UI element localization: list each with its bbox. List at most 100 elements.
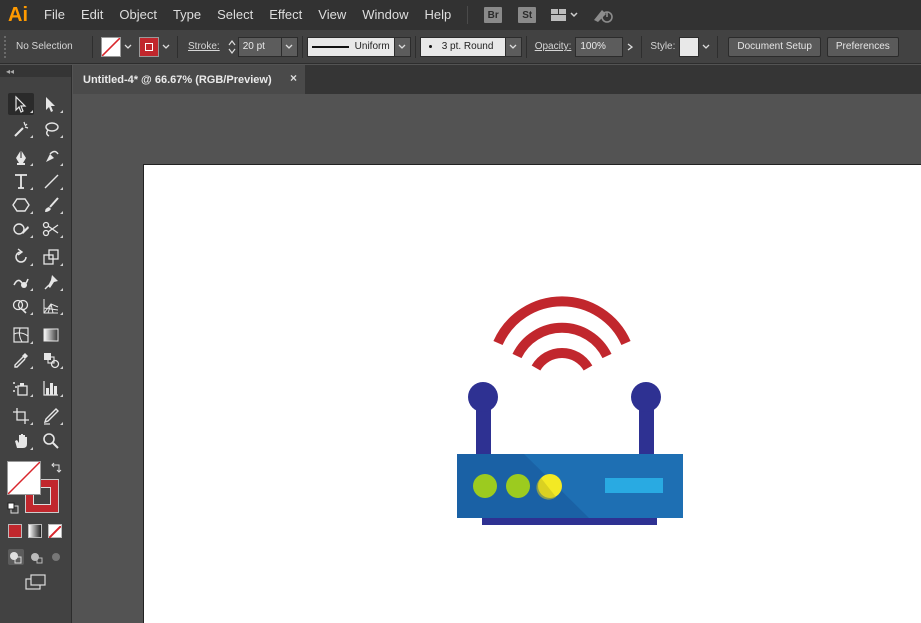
menu-view[interactable]: View xyxy=(310,0,354,30)
selection-tool-icon[interactable] xyxy=(8,93,34,115)
profile-dropdown-icon[interactable] xyxy=(394,36,411,57)
gradient-mode-button[interactable] xyxy=(28,524,42,538)
column-graph-tool-icon[interactable] xyxy=(38,377,64,399)
brush-dot-icon xyxy=(428,45,432,48)
style-label: Style: xyxy=(650,41,676,52)
menu-help[interactable]: Help xyxy=(416,0,459,30)
rotate-tool-icon[interactable] xyxy=(8,246,34,268)
divider xyxy=(177,35,178,58)
document-tab-bar: Untitled-4* @ 66.67% (RGB/Preview) × xyxy=(73,65,921,94)
hand-tool-icon[interactable] xyxy=(8,430,34,452)
draw-normal-icon[interactable] xyxy=(8,549,24,565)
antenna-right-tip xyxy=(631,382,661,412)
opacity-arrow-icon[interactable] xyxy=(623,37,637,57)
menu-effect[interactable]: Effect xyxy=(261,0,310,30)
style-swatch[interactable] xyxy=(679,36,700,57)
opacity-field[interactable]: 100% xyxy=(575,36,624,57)
screen-mode-icon[interactable] xyxy=(24,573,48,591)
zoom-tool-icon[interactable] xyxy=(38,430,64,452)
brush-definition[interactable]: 3 pt. Round xyxy=(419,36,506,57)
toolbar-collapse-icon[interactable]: ◂◂ xyxy=(0,65,71,77)
profile-label: Uniform xyxy=(354,41,390,52)
document-tab[interactable]: Untitled-4* @ 66.67% (RGB/Preview) × xyxy=(73,65,305,94)
profile-line-icon xyxy=(311,45,349,48)
draw-behind-icon[interactable] xyxy=(28,549,44,565)
router-wifi-illustration[interactable] xyxy=(144,165,921,623)
stroke-swatch[interactable] xyxy=(139,36,159,57)
illustrator-window: Ai File Edit Object Type Select Effect V… xyxy=(0,0,921,623)
wifi-arc-outer xyxy=(493,296,631,346)
fill-color-box[interactable] xyxy=(7,461,41,495)
pen-tool-icon[interactable] xyxy=(8,146,34,168)
gpu-performance-icon[interactable] xyxy=(592,6,614,24)
led-2 xyxy=(506,474,530,498)
app-logo: Ai xyxy=(8,3,28,26)
tools-panel: ◂◂ xyxy=(0,65,72,623)
close-tab-icon[interactable]: × xyxy=(290,71,297,85)
style-dropdown-icon[interactable] xyxy=(699,37,713,57)
menu-edit[interactable]: Edit xyxy=(73,0,111,30)
brush-dropdown-icon[interactable] xyxy=(505,36,522,57)
stroke-dropdown-icon[interactable] xyxy=(159,37,173,57)
arrange-documents-icon[interactable] xyxy=(550,7,580,23)
direct-selection-tool-icon[interactable] xyxy=(38,93,64,115)
antenna-left-tip xyxy=(468,382,498,412)
puppet-warp-tool-icon[interactable] xyxy=(38,271,64,293)
menu-divider xyxy=(467,6,469,24)
stock-icon[interactable]: St xyxy=(518,7,537,23)
preferences-button[interactable]: Preferences xyxy=(826,36,899,57)
default-fill-stroke-icon[interactable] xyxy=(7,501,19,514)
slice-tool-icon[interactable] xyxy=(38,405,64,427)
variable-width-profile[interactable]: Uniform xyxy=(306,36,395,57)
opacity-label[interactable]: Opacity: xyxy=(531,41,576,52)
color-mode-button[interactable] xyxy=(8,524,22,538)
warp-tool-icon[interactable] xyxy=(8,271,34,293)
draw-inside-icon[interactable] xyxy=(48,549,64,565)
mesh-tool-icon[interactable] xyxy=(8,324,34,346)
paintbrush-tool-icon[interactable] xyxy=(38,194,64,216)
magic-wand-tool-icon[interactable] xyxy=(8,118,34,140)
shape-builder-tool-icon[interactable] xyxy=(8,295,34,317)
stroke-weight-dropdown-icon[interactable] xyxy=(281,36,298,57)
document-tab-title: Untitled-4* @ 66.67% (RGB/Preview) xyxy=(83,73,272,86)
menu-file[interactable]: File xyxy=(36,0,73,30)
artboard-tool-icon[interactable] xyxy=(8,405,34,427)
control-bar: No Selection Stroke: 20 pt Uniform 3 pt.… xyxy=(0,30,921,64)
artboard[interactable] xyxy=(143,164,921,623)
document-setup-button[interactable]: Document Setup xyxy=(728,36,821,57)
fill-dropdown-icon[interactable] xyxy=(121,37,135,57)
perspective-grid-tool-icon[interactable] xyxy=(38,295,64,317)
gradient-tool-icon[interactable] xyxy=(38,324,64,346)
menu-object[interactable]: Object xyxy=(111,0,165,30)
blend-tool-icon[interactable] xyxy=(38,349,64,371)
menu-window[interactable]: Window xyxy=(354,0,416,30)
line-segment-tool-icon[interactable] xyxy=(38,170,64,192)
scale-tool-icon[interactable] xyxy=(38,246,64,268)
scissors-tool-icon[interactable] xyxy=(38,218,64,240)
brush-label: 3 pt. Round xyxy=(441,41,494,52)
swap-fill-stroke-icon[interactable] xyxy=(50,461,62,473)
lasso-tool-icon[interactable] xyxy=(38,118,64,140)
curvature-tool-icon[interactable] xyxy=(38,146,64,168)
menu-type[interactable]: Type xyxy=(165,0,209,30)
led-1 xyxy=(473,474,497,498)
display-bar xyxy=(605,478,663,493)
divider xyxy=(525,35,527,58)
eyedropper-tool-icon[interactable] xyxy=(8,349,34,371)
stroke-weight-field[interactable]: 20 pt xyxy=(237,36,282,57)
divider xyxy=(717,35,719,58)
canvas-area[interactable] xyxy=(73,94,921,623)
shaper-tool-icon[interactable] xyxy=(8,218,34,240)
divider xyxy=(92,35,93,58)
polygon-tool-icon[interactable] xyxy=(8,194,34,216)
stroke-label[interactable]: Stroke: xyxy=(182,41,226,52)
bridge-icon[interactable]: Br xyxy=(484,7,503,23)
divider xyxy=(301,35,303,58)
fill-swatch[interactable] xyxy=(101,36,121,57)
none-mode-button[interactable] xyxy=(48,524,62,539)
menu-select[interactable]: Select xyxy=(209,0,261,30)
divider xyxy=(414,35,416,58)
symbol-sprayer-tool-icon[interactable] xyxy=(8,377,34,399)
type-tool-icon[interactable] xyxy=(8,170,34,192)
stroke-weight-stepper-icon[interactable] xyxy=(226,37,238,57)
